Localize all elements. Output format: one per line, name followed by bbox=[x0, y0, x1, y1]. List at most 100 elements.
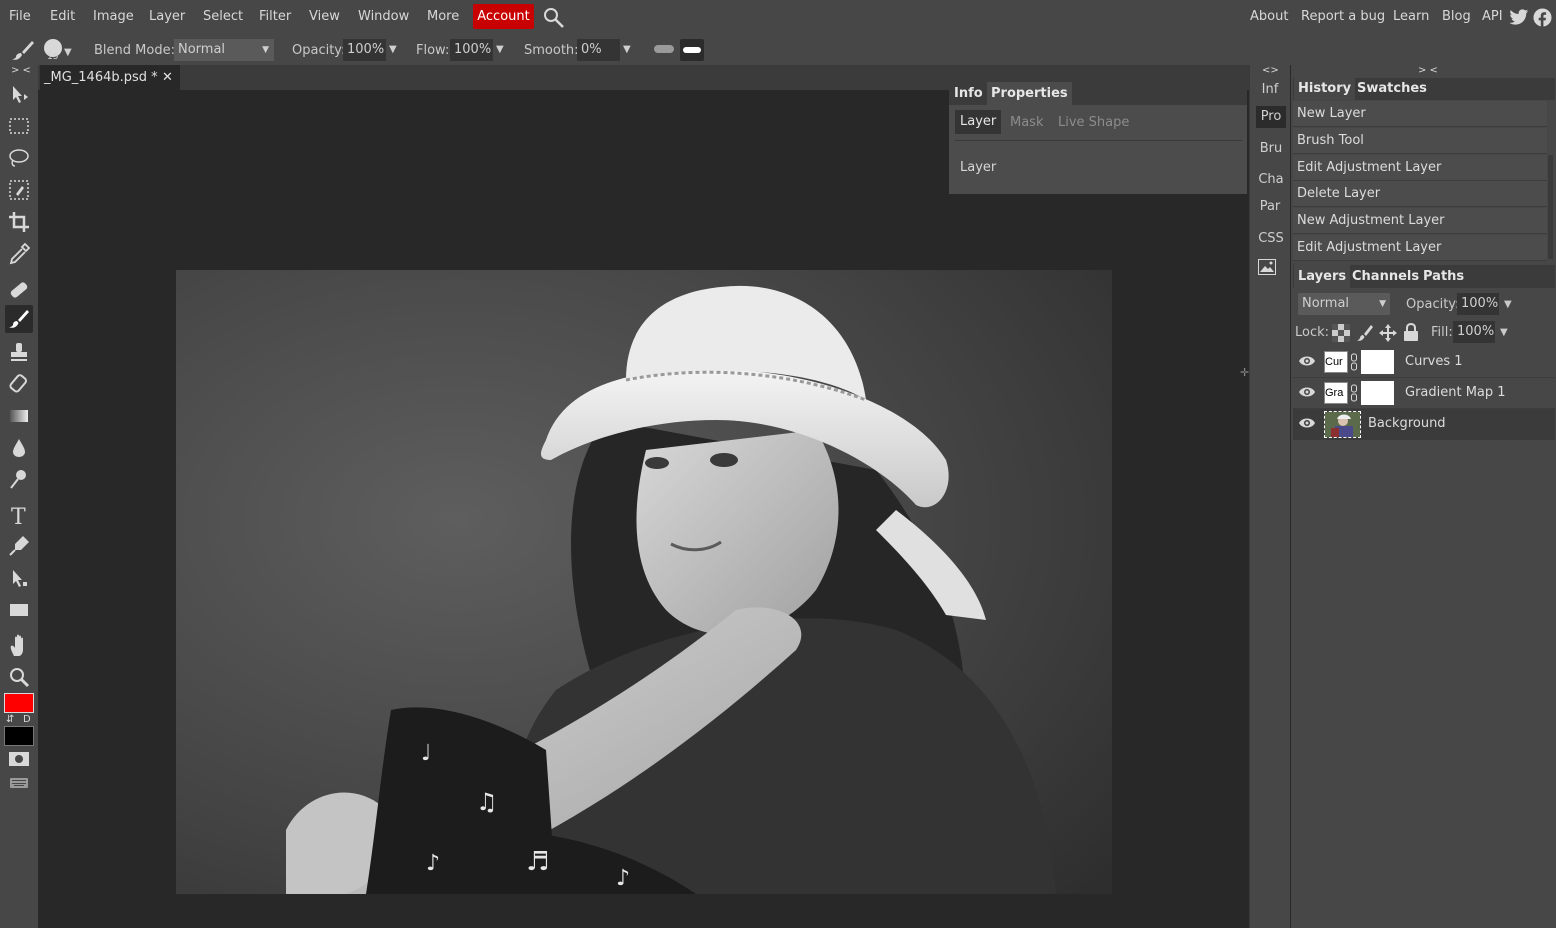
document-tab[interactable]: _MG_1464b.psd * ✕ bbox=[40, 65, 180, 90]
menu-filter[interactable]: Filter bbox=[259, 9, 291, 24]
subtab-mask[interactable]: Mask bbox=[1010, 115, 1043, 130]
type-tool-icon[interactable]: T bbox=[5, 501, 33, 530]
layer-opacity-dropdown-icon[interactable]: ▼ bbox=[1504, 299, 1512, 310]
layer-opacity-input[interactable]: 100% bbox=[1457, 293, 1499, 315]
smooth-input[interactable]: 0% bbox=[577, 39, 620, 61]
move-tool-icon[interactable] bbox=[5, 80, 33, 108]
eye-icon[interactable] bbox=[1299, 417, 1315, 429]
history-scrollbar[interactable] bbox=[1548, 155, 1553, 259]
eyedropper-tool-icon[interactable] bbox=[5, 240, 33, 268]
blend-mode-select[interactable]: Normal ▼ bbox=[174, 39, 274, 61]
history-item[interactable]: Delete Layer bbox=[1293, 181, 1547, 207]
eye-icon[interactable] bbox=[1299, 355, 1315, 367]
blur-tool-icon[interactable] bbox=[5, 434, 33, 462]
tab-layers[interactable]: Layers bbox=[1294, 265, 1351, 288]
toolbar-collapse-icon[interactable]: > < bbox=[11, 65, 31, 76]
lock-position-icon[interactable] bbox=[1379, 324, 1397, 342]
lasso-tool-icon[interactable] bbox=[5, 144, 33, 172]
brush-dropdown-icon[interactable]: ▼ bbox=[64, 47, 72, 58]
healing-tool-icon[interactable] bbox=[5, 276, 33, 304]
background-color-swatch[interactable] bbox=[4, 726, 34, 746]
opacity-dropdown-icon[interactable]: ▼ bbox=[389, 44, 397, 55]
tab-channels[interactable]: Channels bbox=[1348, 265, 1423, 288]
history-item[interactable]: Edit Adjustment Layer bbox=[1293, 235, 1547, 261]
swap-colors-icon[interactable]: ⇵ bbox=[6, 714, 14, 725]
quick-mask-icon[interactable] bbox=[9, 752, 29, 766]
menu-select[interactable]: Select bbox=[203, 9, 243, 24]
right-collapse-icon[interactable]: > < bbox=[1418, 65, 1438, 76]
close-tab-icon[interactable]: ✕ bbox=[162, 65, 173, 90]
fill-dropdown-icon[interactable]: ▼ bbox=[1500, 327, 1508, 338]
canvas-image[interactable]: ♩ ♫ ♪ ♬ ♪ bbox=[176, 270, 1112, 894]
history-item[interactable]: Edit Adjustment Layer bbox=[1293, 155, 1547, 181]
menu-learn[interactable]: Learn bbox=[1393, 9, 1429, 24]
svg-text:♪: ♪ bbox=[616, 866, 630, 891]
tab-info[interactable]: Info bbox=[950, 82, 987, 105]
twitter-icon[interactable] bbox=[1509, 9, 1529, 26]
layer-row-selected[interactable]: Background bbox=[1293, 409, 1555, 440]
flow-input[interactable]: 100% bbox=[450, 39, 493, 61]
lock-pixels-icon[interactable] bbox=[1356, 324, 1374, 342]
airbrush-toggle-icon[interactable] bbox=[680, 39, 704, 61]
history-item[interactable]: Brush Tool bbox=[1293, 128, 1547, 154]
fill-input[interactable]: 100% bbox=[1453, 321, 1495, 343]
menu-more[interactable]: More bbox=[427, 9, 459, 24]
subtab-live-shape[interactable]: Live Shape bbox=[1058, 115, 1129, 130]
path-select-tool-icon[interactable] bbox=[5, 564, 33, 592]
menu-api[interactable]: API bbox=[1482, 9, 1503, 24]
mid-item-character[interactable]: Cha bbox=[1256, 169, 1286, 191]
eraser-tool-icon[interactable] bbox=[5, 370, 33, 398]
shape-tool-icon[interactable] bbox=[5, 596, 33, 624]
menu-image[interactable]: Image bbox=[93, 9, 134, 24]
brush-tool-icon[interactable] bbox=[5, 305, 33, 333]
dodge-tool-icon[interactable] bbox=[5, 465, 33, 493]
tab-properties[interactable]: Properties bbox=[987, 82, 1072, 105]
mid-item-paragraph[interactable]: Par bbox=[1256, 196, 1284, 218]
history-item[interactable]: New Adjustment Layer bbox=[1293, 208, 1547, 234]
history-item[interactable]: New Layer bbox=[1293, 101, 1547, 127]
facebook-icon[interactable] bbox=[1533, 8, 1552, 27]
layer-row[interactable]: Cur Curves 1 bbox=[1293, 347, 1555, 378]
menu-view[interactable]: View bbox=[309, 9, 340, 24]
subtab-layer[interactable]: Layer bbox=[955, 110, 1002, 134]
layer-blend-select[interactable]: Normal ▼ bbox=[1298, 293, 1390, 315]
menu-report-bug[interactable]: Report a bug bbox=[1301, 9, 1385, 24]
hand-tool-icon[interactable] bbox=[5, 632, 33, 660]
foreground-color-swatch[interactable] bbox=[4, 693, 34, 713]
menu-layer[interactable]: Layer bbox=[149, 9, 185, 24]
lock-transparency-icon[interactable] bbox=[1332, 324, 1350, 342]
mid-item-properties[interactable]: Pro bbox=[1256, 106, 1286, 128]
menu-about[interactable]: About bbox=[1250, 9, 1288, 24]
marquee-tool-icon[interactable] bbox=[5, 112, 33, 140]
zoom-tool-icon[interactable] bbox=[5, 663, 33, 691]
menu-edit[interactable]: Edit bbox=[50, 9, 75, 24]
pen-tool-icon[interactable] bbox=[5, 532, 33, 560]
flow-dropdown-icon[interactable]: ▼ bbox=[496, 44, 504, 55]
brush-tool-icon[interactable] bbox=[10, 39, 36, 61]
tab-paths[interactable]: Paths bbox=[1419, 265, 1468, 288]
mid-item-info[interactable]: Inf bbox=[1256, 79, 1284, 101]
smooth-dropdown-icon[interactable]: ▼ bbox=[623, 44, 631, 55]
opacity-input[interactable]: 100% bbox=[343, 39, 386, 61]
default-colors-label[interactable]: D bbox=[23, 714, 31, 725]
stamp-tool-icon[interactable] bbox=[5, 338, 33, 366]
tab-history[interactable]: History bbox=[1294, 78, 1356, 100]
layer-row[interactable]: Gra Gradient Map 1 bbox=[1293, 378, 1555, 409]
menu-window[interactable]: Window bbox=[358, 9, 409, 24]
search-icon[interactable] bbox=[543, 7, 565, 29]
crop-tool-icon[interactable] bbox=[5, 208, 33, 236]
mid-item-css[interactable]: CSS bbox=[1256, 228, 1286, 250]
mid-item-brush[interactable]: Bru bbox=[1256, 138, 1286, 160]
pressure-toggle-icon[interactable] bbox=[654, 45, 674, 53]
lock-all-icon[interactable] bbox=[1403, 322, 1419, 342]
tab-swatches[interactable]: Swatches bbox=[1353, 78, 1431, 100]
quick-select-tool-icon[interactable] bbox=[5, 176, 33, 204]
menu-file[interactable]: File bbox=[9, 9, 31, 24]
gradient-tool-icon[interactable] bbox=[5, 402, 33, 430]
eye-icon[interactable] bbox=[1299, 386, 1315, 398]
image-panel-icon[interactable] bbox=[1258, 259, 1276, 275]
menu-blog[interactable]: Blog bbox=[1442, 9, 1471, 24]
account-button[interactable]: Account bbox=[473, 4, 534, 29]
keyboard-icon[interactable] bbox=[10, 777, 28, 788]
mid-collapse-icon[interactable]: <> bbox=[1262, 65, 1279, 76]
